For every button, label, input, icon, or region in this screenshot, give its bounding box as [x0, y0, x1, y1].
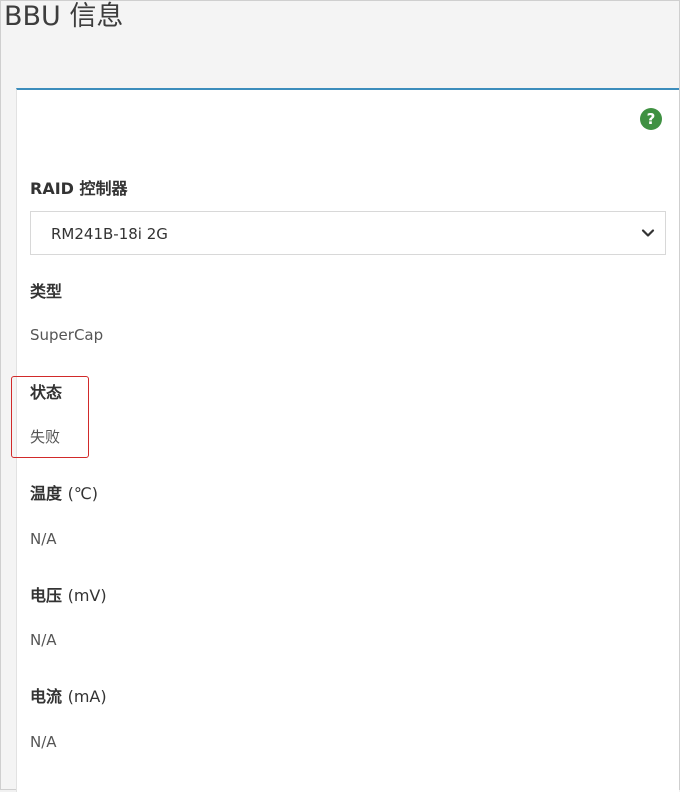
raid-controller-select[interactable]: RM241B-18i 2G — [30, 211, 666, 255]
help-icon[interactable]: ? — [640, 108, 662, 130]
type-label: 类型 — [30, 282, 63, 301]
voltage-label-text: 电压 — [30, 586, 63, 605]
temperature-value: N/A — [30, 530, 57, 548]
current-label-text: 电流 — [30, 687, 63, 706]
raid-controller-selected-value: RM241B-18i 2G — [51, 225, 168, 243]
voltage-label: 电压 (mV) — [30, 586, 107, 606]
temperature-label: 温度 (℃) — [30, 484, 98, 504]
voltage-value: N/A — [30, 631, 57, 649]
type-value: SuperCap — [30, 326, 104, 344]
voltage-unit: (mV) — [67, 586, 107, 605]
status-highlight-box — [11, 376, 89, 458]
current-value: N/A — [30, 733, 57, 751]
temperature-label-text: 温度 — [30, 484, 63, 503]
chevron-down-icon — [641, 229, 655, 237]
current-unit: (mA) — [67, 687, 107, 706]
current-label: 电流 (mA) — [30, 687, 107, 707]
temperature-unit: (℃) — [67, 484, 99, 503]
raid-controller-label: RAID 控制器 — [30, 179, 128, 198]
page-title: BBU 信息 — [4, 1, 124, 32]
